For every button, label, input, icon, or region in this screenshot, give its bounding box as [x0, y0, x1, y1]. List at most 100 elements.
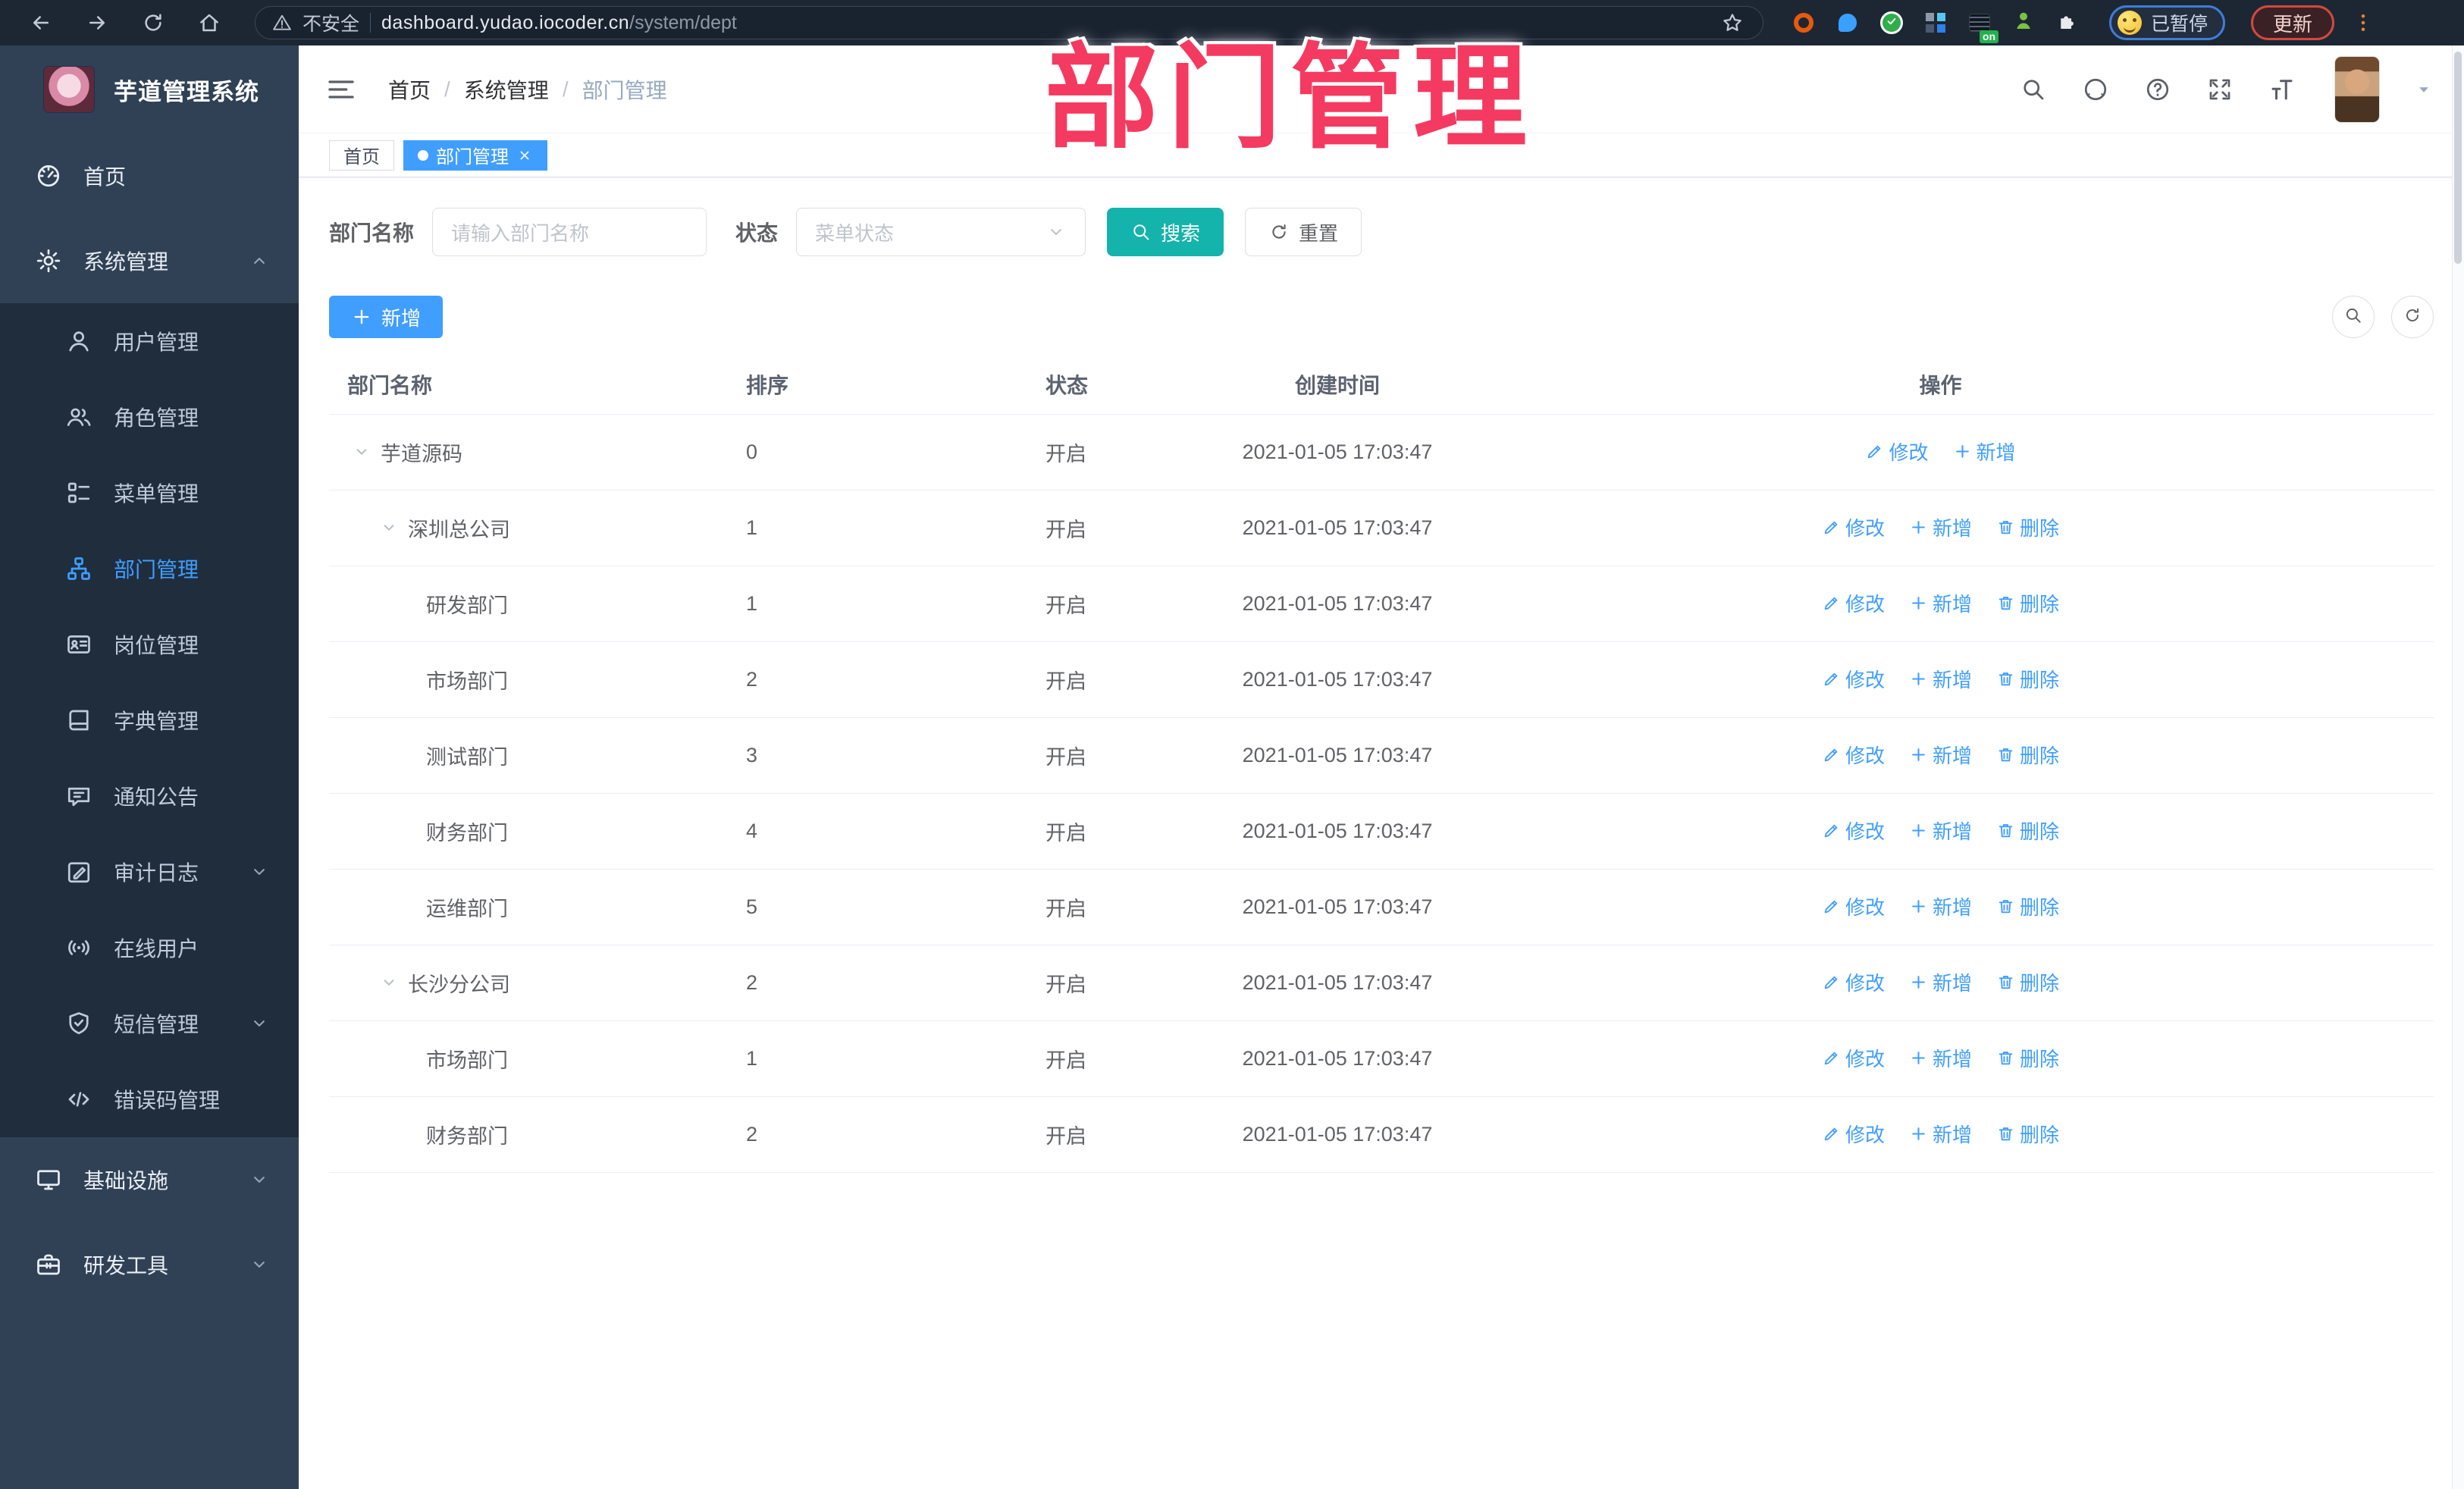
extension-drop-icon[interactable]: [1835, 10, 1861, 36]
sidebar-item-infra[interactable]: 基础设施: [0, 1137, 299, 1222]
avatar[interactable]: [2335, 56, 2379, 122]
scrollbar-thumb[interactable]: [2454, 52, 2462, 264]
back-arrow-icon[interactable]: [27, 9, 55, 36]
close-icon[interactable]: [516, 147, 533, 164]
row-action-edit[interactable]: 修改: [1822, 1120, 1885, 1148]
search-icon[interactable]: [2020, 76, 2047, 103]
help-icon[interactable]: [2144, 76, 2171, 103]
caret-down-icon[interactable]: [2414, 80, 2434, 99]
home-icon[interactable]: [196, 9, 223, 36]
sidebar-item-menu[interactable]: 菜单管理: [0, 455, 299, 531]
table-row[interactable]: 长沙分公司 2 开启 2021-01-05 17:03:47 修改 新增 删除: [329, 945, 2434, 1021]
row-action-edit[interactable]: 修改: [1865, 437, 1929, 466]
expand-caret-icon[interactable]: [379, 973, 399, 992]
extensions-puzzle-icon[interactable]: [2055, 10, 2080, 36]
row-action-add[interactable]: 新增: [1909, 1120, 1972, 1148]
dept-name-input[interactable]: 请输入部门名称: [432, 208, 707, 256]
row-action-add[interactable]: 新增: [1909, 1044, 1972, 1072]
row-action-add[interactable]: 新增: [1909, 513, 1972, 541]
breadcrumb-item[interactable]: 系统管理: [464, 74, 549, 105]
row-action-delete[interactable]: 删除: [1996, 1120, 2059, 1148]
row-action-edit[interactable]: 修改: [1822, 892, 1885, 920]
table-row[interactable]: 测试部门 3 开启 2021-01-05 17:03:47 修改 新增 删除: [329, 717, 2434, 794]
row-action-delete[interactable]: 删除: [1996, 741, 2059, 769]
row-action-delete[interactable]: 删除: [1996, 968, 2059, 996]
row-action-edit[interactable]: 修改: [1822, 589, 1885, 617]
table-row[interactable]: 运维部门 5 开启 2021-01-05 17:03:47 修改 新增 删除: [329, 869, 2434, 945]
sidebar-item-dict[interactable]: 字典管理: [0, 682, 299, 758]
expand-caret-icon[interactable]: [379, 518, 399, 538]
row-action-add[interactable]: 新增: [1909, 968, 1972, 996]
row-action-edit[interactable]: 修改: [1822, 817, 1885, 845]
table-row[interactable]: 研发部门 1 开启 2021-01-05 17:03:47 修改 新增 删除: [329, 566, 2434, 642]
tag-dept[interactable]: 部门管理: [403, 139, 547, 171]
address-bar[interactable]: 不安全 dashboard.yudao.iocoder.cn/system/de…: [255, 6, 1763, 39]
star-icon[interactable]: [1719, 9, 1746, 36]
dept-created: 2021-01-05 17:03:47: [1227, 869, 1447, 945]
expand-caret-icon[interactable]: [352, 442, 371, 462]
sidebar-item-post[interactable]: 岗位管理: [0, 607, 299, 682]
sidebar-item-home[interactable]: 首页: [0, 133, 299, 218]
github-icon[interactable]: [2082, 76, 2109, 103]
row-action-delete[interactable]: 删除: [1996, 665, 2059, 693]
refresh-table-button[interactable]: [2391, 296, 2434, 338]
dept-created: 2021-01-05 17:03:47: [1227, 641, 1447, 718]
row-action-add[interactable]: 新增: [1909, 589, 1972, 617]
row-action-delete[interactable]: 删除: [1996, 1044, 2059, 1072]
row-action-edit[interactable]: 修改: [1822, 741, 1885, 769]
sidebar-item-dept[interactable]: 部门管理: [0, 531, 299, 607]
sidebar-item-error-code[interactable]: 错误码管理: [0, 1061, 299, 1137]
reset-button[interactable]: 重置: [1245, 208, 1362, 256]
row-action-add[interactable]: 新增: [1909, 817, 1972, 845]
row-action-delete[interactable]: 删除: [1996, 817, 2059, 845]
reload-icon[interactable]: [140, 9, 167, 36]
toggle-search-button[interactable]: [2332, 296, 2375, 338]
table-row[interactable]: 市场部门 1 开启 2021-01-05 17:03:47 修改 新增 删除: [329, 1020, 2434, 1097]
row-actions: 修改 新增 删除: [1447, 566, 2434, 642]
hamburger-icon[interactable]: [326, 74, 356, 105]
row-action-edit[interactable]: 修改: [1822, 665, 1885, 693]
status-select[interactable]: 菜单状态: [796, 208, 1086, 256]
row-action-delete[interactable]: 删除: [1996, 892, 2059, 920]
table-row[interactable]: 芋道源码 0 开启 2021-01-05 17:03:47 修改 新增: [329, 414, 2434, 491]
row-action-edit[interactable]: 修改: [1822, 968, 1885, 996]
row-action-add[interactable]: 新增: [1953, 437, 2016, 466]
tag-home[interactable]: 首页: [329, 139, 394, 171]
browser-menu-icon[interactable]: [2350, 9, 2377, 36]
breadcrumb-item[interactable]: 首页: [388, 74, 431, 105]
row-action-edit[interactable]: 修改: [1822, 1044, 1885, 1072]
extension-grid-icon[interactable]: [1923, 10, 1948, 36]
sidebar-item-online-user[interactable]: 在线用户: [0, 910, 299, 986]
search-button[interactable]: 搜索: [1107, 208, 1224, 256]
sidebar-item-role[interactable]: 角色管理: [0, 379, 299, 455]
row-action-add[interactable]: 新增: [1909, 665, 1972, 693]
row-action-delete[interactable]: 删除: [1996, 589, 2059, 617]
sidebar-item-sms[interactable]: 短信管理: [0, 986, 299, 1061]
extension-check-icon[interactable]: [1879, 10, 1904, 36]
sidebar-item-notice[interactable]: 通知公告: [0, 758, 299, 834]
table-row[interactable]: 财务部门 4 开启 2021-01-05 17:03:47 修改 新增 删除: [329, 793, 2434, 870]
font-size-icon[interactable]: [2268, 76, 2296, 103]
browser-update-button[interactable]: 更新: [2251, 5, 2335, 40]
dept-name: 财务部门: [426, 1124, 508, 1148]
sidebar-item-user[interactable]: 用户管理: [0, 303, 299, 379]
sidebar-item-dev-tools[interactable]: 研发工具: [0, 1222, 299, 1307]
row-action-add[interactable]: 新增: [1909, 892, 1972, 920]
row-action-add[interactable]: 新增: [1909, 741, 1972, 769]
add-button[interactable]: 新增: [329, 296, 444, 338]
forward-arrow-icon[interactable]: [83, 9, 111, 36]
app-logo[interactable]: 芋道管理系统: [0, 45, 299, 133]
sidebar-item-system[interactable]: 系统管理: [0, 218, 299, 303]
row-action-delete[interactable]: 删除: [1996, 513, 2059, 541]
extension-person-icon[interactable]: [2011, 10, 2036, 36]
scrollbar[interactable]: [2452, 45, 2464, 1489]
table-row[interactable]: 深圳总公司 1 开启 2021-01-05 17:03:47 修改 新增 删除: [329, 490, 2434, 566]
sidebar-item-audit-log[interactable]: 审计日志: [0, 834, 299, 910]
table-row[interactable]: 市场部门 2 开启 2021-01-05 17:03:47 修改 新增 删除: [329, 641, 2434, 718]
profile-paused-badge[interactable]: 已暂停: [2109, 5, 2226, 40]
extension-list-icon[interactable]: on: [1967, 10, 1998, 43]
table-row[interactable]: 财务部门 2 开启 2021-01-05 17:03:47 修改 新增 删除: [329, 1096, 2434, 1173]
fullscreen-icon[interactable]: [2206, 76, 2234, 103]
extension-target-icon[interactable]: [1791, 10, 1817, 36]
row-action-edit[interactable]: 修改: [1822, 513, 1885, 541]
